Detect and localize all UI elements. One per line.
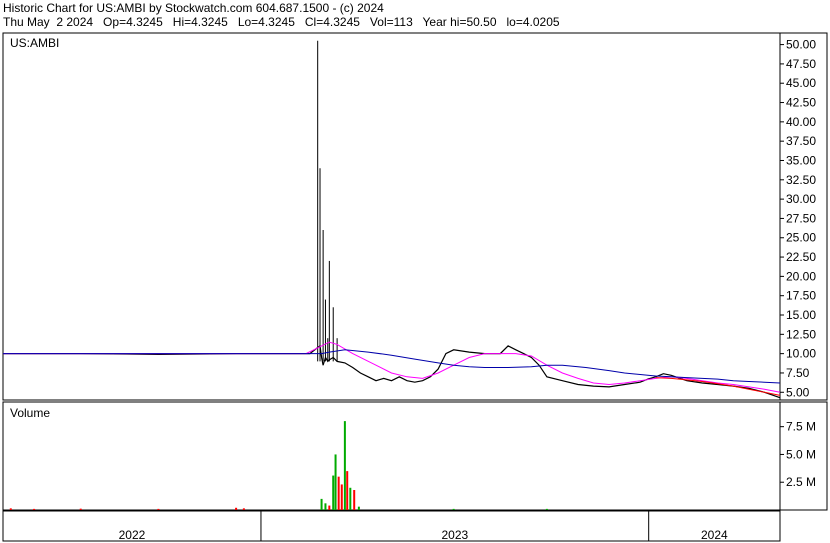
price-ytick-label: 10.00 [786, 347, 816, 361]
volume-bar [242, 508, 245, 510]
price-ytick-label: 50.00 [786, 38, 816, 52]
price-ytick-label: 35.00 [786, 153, 816, 167]
volume-panel-frame [2, 401, 828, 511]
price-panel-frame [2, 32, 828, 401]
volume-bar [340, 484, 343, 510]
volume-ytick-label: 2.5 M [786, 475, 816, 489]
price-ytick-label: 12.50 [786, 327, 816, 341]
year-label: 2024 [701, 528, 728, 542]
price-ytick-label: 15.00 [786, 308, 816, 322]
price-ytick-label: 37.50 [786, 134, 816, 148]
volume-bar [334, 454, 337, 510]
volume-bar [79, 508, 82, 510]
price-ytick-label: 30.00 [786, 192, 816, 206]
price-ytick-label: 25.00 [786, 231, 816, 245]
volume-bar [320, 498, 323, 510]
volume-bar [346, 471, 349, 510]
volume-bar [235, 507, 238, 510]
volume-ytick-label: 5.0 M [786, 447, 816, 461]
series-ma_recent-line [655, 377, 781, 396]
volume-bar [9, 508, 12, 510]
price-ytick-label: 22.50 [786, 250, 816, 264]
volume-bar [349, 487, 352, 510]
volume-bar [337, 476, 340, 510]
price-ytick-label: 27.50 [786, 211, 816, 225]
volume-bar [452, 508, 455, 510]
price-ytick-label: 7.50 [786, 366, 810, 380]
chart-canvas: US:AMBI Volume 5.00 7.50 10.00 12.50 15.00 17.5… [2, 32, 828, 542]
volume-bar [157, 508, 160, 510]
volume-ytick-label: 7.5 M [786, 420, 816, 434]
price-ytick-label: 20.00 [786, 269, 816, 283]
volume-bar [343, 421, 346, 510]
volume-bar [332, 475, 335, 510]
series-ma_short-line [3, 341, 781, 393]
year-label: 2023 [441, 528, 468, 542]
price-ytick-label: 32.50 [786, 173, 816, 187]
year-label: 2022 [119, 528, 146, 542]
chart-window: Historic Chart for US:AMBI by Stockwatch… [0, 0, 830, 543]
price-ytick-label: 40.00 [786, 115, 816, 129]
volume-panel-title: Volume [10, 406, 50, 420]
price-ytick-label: 42.50 [786, 96, 816, 110]
volume-bar [357, 506, 360, 510]
price-ytick-label: 17.50 [786, 289, 816, 303]
volume-bar [353, 490, 356, 510]
price-ytick-label: 45.00 [786, 76, 816, 90]
price-ytick-label: 5.00 [786, 385, 810, 399]
volume-bar [545, 508, 548, 510]
volume-bar [324, 503, 327, 510]
price-ytick-label: 47.50 [786, 57, 816, 71]
volume-bar [328, 505, 331, 510]
price-panel-title: US:AMBI [10, 36, 59, 50]
volume-bar [33, 508, 36, 510]
